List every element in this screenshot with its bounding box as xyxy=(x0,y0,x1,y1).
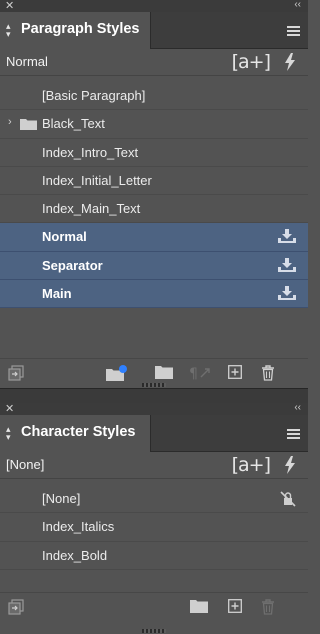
folder-icon[interactable] xyxy=(190,599,208,613)
panel-tab-bar: ▴ ▾ Character Styles xyxy=(0,415,308,452)
list-item-group[interactable]: › Black_Text xyxy=(0,110,308,139)
current-style-row: Normal [a+] xyxy=(0,49,308,76)
folder-icon xyxy=(20,119,37,131)
list-item-selected[interactable]: Normal xyxy=(0,223,308,252)
import-icon xyxy=(278,229,296,244)
collapse-icon[interactable]: ‹‹ xyxy=(294,0,301,10)
import-icon xyxy=(278,257,296,272)
import-icon xyxy=(278,286,296,301)
style-label: Normal xyxy=(42,229,87,245)
list-item-selected[interactable]: Separator xyxy=(0,251,308,281)
chevron-right-icon[interactable]: › xyxy=(8,116,12,128)
collapse-icon[interactable]: ‹‹ xyxy=(294,402,301,413)
close-icon[interactable]: ✕ xyxy=(5,0,14,12)
style-label: [Basic Paragraph] xyxy=(42,88,146,103)
svg-text:¶: ¶ xyxy=(189,366,198,381)
panel-title: Character Styles xyxy=(21,424,136,440)
style-label: Index_Italics xyxy=(42,519,115,535)
style-label: Index_Intro_Text xyxy=(42,144,139,160)
new-style-icon[interactable] xyxy=(228,599,242,613)
tab-character-styles[interactable]: ▴ ▾ Character Styles xyxy=(0,415,151,452)
lightning-icon[interactable] xyxy=(284,53,296,71)
style-list: [None] Index_Italics Index_Bold xyxy=(0,485,308,570)
expand-toggle-icon[interactable]: ▴ ▾ xyxy=(6,425,11,442)
list-item[interactable]: Index_Bold xyxy=(0,542,308,570)
style-label: Black_Text xyxy=(42,116,105,132)
load-styles-icon[interactable] xyxy=(8,365,24,381)
expand-toggle-icon[interactable]: ▴ ▾ xyxy=(6,22,11,39)
trash-icon[interactable] xyxy=(261,599,275,615)
paragraph-styles-panel: ✕ ‹‹ ▴ ▾ Paragraph Styles Normal [a+] [Ba… xyxy=(0,0,308,388)
list-item[interactable]: [Basic Paragraph] xyxy=(0,82,308,111)
list-item[interactable]: Index_Intro_Text xyxy=(0,139,308,167)
close-icon[interactable]: ✕ xyxy=(5,402,14,415)
list-item[interactable]: Index_Initial_Letter xyxy=(0,167,308,196)
new-style-icon[interactable] xyxy=(228,365,242,379)
current-style-row: [None] [a+] xyxy=(0,452,308,479)
new-style-group-icon[interactable] xyxy=(106,365,128,381)
style-label: [None] xyxy=(42,491,81,506)
list-item-selected[interactable]: Main xyxy=(0,280,308,309)
current-style-label: [None] xyxy=(6,457,45,472)
trash-icon[interactable] xyxy=(261,365,275,381)
folder-icon[interactable] xyxy=(155,365,173,379)
current-style-label: Normal xyxy=(6,54,48,69)
style-list: [Basic Paragraph] › Black_Text Index_Int… xyxy=(0,82,308,309)
tab-paragraph-styles[interactable]: ▴ ▾ Paragraph Styles xyxy=(0,12,151,49)
panel-footer xyxy=(0,592,308,621)
load-styles-icon[interactable] xyxy=(8,599,24,615)
character-styles-panel: ✕ ‹‹ ▴ ▾ Character Styles [None] [a+] [No… xyxy=(0,402,308,634)
list-item[interactable]: Index_Main_Text xyxy=(0,195,308,224)
quick-apply-icon[interactable]: [a+] xyxy=(232,454,271,476)
list-item[interactable]: [None] xyxy=(0,485,308,514)
style-label: Separator xyxy=(42,257,103,273)
style-label: Index_Initial_Letter xyxy=(42,172,152,188)
style-label: Index_Bold xyxy=(42,547,108,563)
resize-grip[interactable] xyxy=(142,383,166,387)
clear-overrides-icon[interactable]: ¶ xyxy=(189,365,213,381)
list-item[interactable]: Index_Italics xyxy=(0,513,308,542)
style-label: Main xyxy=(42,286,72,302)
style-label: Index_Main_Text xyxy=(42,201,141,217)
lock-slash-icon xyxy=(280,491,296,507)
resize-grip[interactable] xyxy=(142,629,166,633)
panel-menu-icon[interactable] xyxy=(287,26,300,36)
panel-tab-bar: ▴ ▾ Paragraph Styles xyxy=(0,12,308,49)
panel-menu-icon[interactable] xyxy=(287,429,300,439)
quick-apply-icon[interactable]: [a+] xyxy=(232,51,271,73)
panel-title: Paragraph Styles xyxy=(21,21,140,37)
lightning-icon[interactable] xyxy=(284,456,296,474)
